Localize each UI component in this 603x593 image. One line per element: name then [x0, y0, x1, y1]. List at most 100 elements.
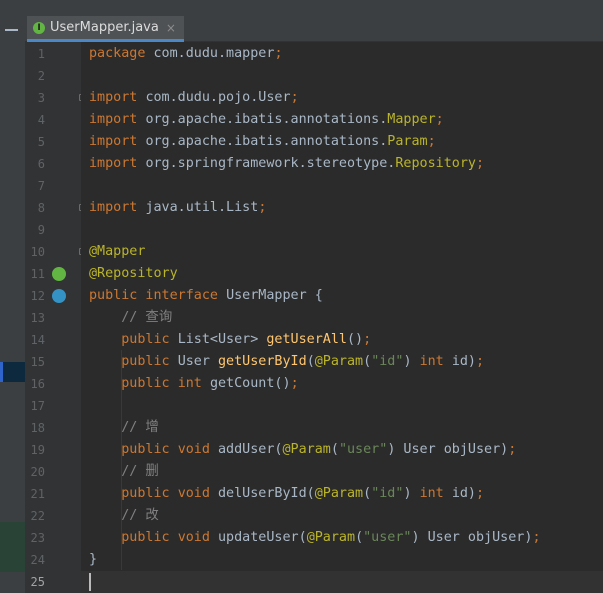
code-token: "id" [371, 486, 404, 501]
code-line[interactable]: @Repository [89, 263, 178, 285]
code-token: public [89, 376, 178, 391]
code-line[interactable]: public void addUser(@Param("user") User … [89, 439, 516, 461]
code-line[interactable]: package com.dudu.mapper; [89, 43, 283, 65]
spring-bean-icon[interactable] [52, 267, 66, 281]
code-line[interactable]: // 增 [89, 417, 159, 439]
line-number[interactable]: 3 [25, 87, 45, 109]
project-panel-edge[interactable] [0, 0, 26, 593]
code-token: Mapper [387, 112, 436, 127]
code-token: ( [363, 354, 372, 369]
code-token: @Param [314, 486, 364, 501]
code-token: public interface [89, 288, 227, 303]
code-token: () [347, 332, 364, 347]
vcs-highlight-rows [0, 522, 25, 572]
line-number[interactable]: 9 [25, 219, 45, 241]
code-token: // 删 [89, 464, 159, 479]
code-token: void [177, 486, 218, 501]
tab-usermapper[interactable]: I UserMapper.java × [27, 16, 184, 42]
line-number[interactable]: 5 [25, 131, 45, 153]
code-token: ) [403, 354, 420, 369]
line-number[interactable]: 12 [25, 285, 45, 307]
line-number[interactable]: 16 [25, 373, 45, 395]
line-number[interactable]: 15 [25, 351, 45, 373]
code-line[interactable]: import java.util.List; [89, 197, 266, 219]
code-token: import [89, 200, 146, 215]
code-token: int [419, 486, 452, 501]
code-token: getCount() [209, 376, 291, 391]
line-number[interactable]: 6 [25, 153, 45, 175]
code-token: @Mapper [89, 244, 146, 259]
text-caret [89, 573, 91, 591]
line-number[interactable]: 17 [25, 395, 45, 417]
code-token: org.apache.ibatis.annotations. [145, 134, 388, 149]
line-number[interactable]: 7 [25, 175, 45, 197]
code-token: com.dudu.pojo.User [145, 90, 291, 105]
code-token: import [89, 134, 146, 149]
code-line[interactable]: @Mapper [89, 241, 145, 263]
code-token: ; [476, 354, 485, 369]
code-line[interactable]: public User getUserById(@Param("id") int… [89, 351, 484, 373]
code-token: delUserById( [218, 486, 315, 501]
code-token: Param [387, 134, 428, 149]
code-token: ( [355, 530, 364, 545]
code-token: com.dudu.mapper [153, 46, 275, 61]
code-line[interactable]: public List<User> getUserAll(); [89, 329, 371, 351]
code-line[interactable]: // 改 [89, 505, 159, 527]
implementations-icon[interactable] [52, 289, 66, 303]
code-editor[interactable]: package com.dudu.mapper; import com.dudu.… [81, 42, 603, 593]
line-number[interactable]: 18 [25, 417, 45, 439]
code-line[interactable]: } [89, 549, 97, 571]
code-token: addUser( [218, 442, 283, 457]
line-number[interactable]: 4 [25, 109, 45, 131]
code-line[interactable]: import org.apache.ibatis.annotations.Map… [89, 109, 444, 131]
line-number[interactable]: 24 [25, 549, 45, 571]
code-token: ) User objUser) [387, 442, 509, 457]
code-token: id) [451, 486, 476, 501]
code-token: ( [330, 442, 339, 457]
line-number[interactable]: 2 [25, 65, 45, 87]
line-number[interactable]: 11 [25, 263, 45, 285]
code-token: void [177, 530, 218, 545]
code-line[interactable]: public interface UserMapper { [89, 285, 323, 307]
line-number[interactable]: 10 [25, 241, 45, 263]
code-token: ) User objUser) [411, 530, 533, 545]
selected-tree-row[interactable] [0, 362, 25, 382]
code-line[interactable]: import org.springframework.stereotype.Re… [89, 153, 484, 175]
line-number[interactable]: 21 [25, 483, 45, 505]
line-number[interactable]: 8 [25, 197, 45, 219]
selection-edge [0, 362, 3, 382]
code-token: ; [532, 530, 541, 545]
code-token: } [89, 552, 98, 567]
line-number[interactable]: 20 [25, 461, 45, 483]
line-number[interactable]: 23 [25, 527, 45, 549]
code-line[interactable]: import org.apache.ibatis.annotations.Par… [89, 131, 436, 153]
code-line[interactable]: public void delUserById(@Param("id") int… [89, 483, 484, 505]
code-token: ; [475, 156, 485, 171]
close-icon[interactable]: × [166, 21, 176, 35]
code-line[interactable]: // 删 [89, 461, 159, 483]
code-token: int [419, 354, 452, 369]
code-line[interactable]: public void updateUser(@Param("user") Us… [89, 527, 541, 549]
line-number[interactable]: 19 [25, 439, 45, 461]
code-token: getUserAll [266, 332, 347, 347]
code-token: List<User> [177, 332, 267, 347]
line-number[interactable]: 22 [25, 505, 45, 527]
line-number[interactable]: 1 [25, 43, 45, 65]
code-token: @Param [282, 442, 331, 457]
collapse-icon[interactable] [5, 29, 18, 31]
code-token: "id" [371, 354, 404, 369]
code-token: void [177, 442, 218, 457]
line-number-gutter[interactable]: 1 2 3 4 5 6 7 8 9 10 11 12 13 14 15 16 17 18 19 20 21 22 23 24 2… [25, 42, 86, 593]
line-number[interactable]: 14 [25, 329, 45, 351]
editor-tab-bar: I UserMapper.java × [25, 0, 603, 42]
code-token: ; [290, 376, 299, 391]
code-line[interactable]: // 查询 [89, 307, 172, 329]
code-token: "user" [338, 442, 388, 457]
code-token: ; [258, 200, 267, 215]
line-number[interactable]: 25 [25, 571, 45, 593]
code-line[interactable]: public int getCount(); [89, 373, 299, 395]
line-number[interactable]: 13 [25, 307, 45, 329]
code-line[interactable]: import com.dudu.pojo.User; [89, 87, 299, 109]
interface-icon: I [33, 21, 45, 34]
code-token: org.apache.ibatis.annotations. [145, 112, 388, 127]
